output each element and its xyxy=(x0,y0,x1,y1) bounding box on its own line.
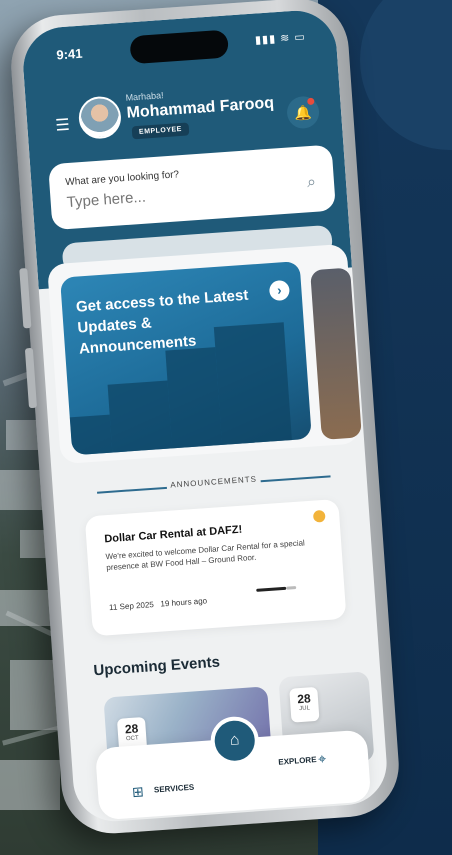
event-month: JUL xyxy=(299,705,311,713)
search-label: What are you looking for? xyxy=(65,169,180,189)
pager-inactive xyxy=(286,586,297,590)
chevron-right-icon[interactable]: › xyxy=(268,279,291,302)
announcement-card[interactable]: Dollar Car Rental at DAFZ! We're excited… xyxy=(84,498,347,637)
search-icon[interactable]: ⌕ xyxy=(306,174,316,193)
events-title: Upcoming Events xyxy=(92,653,221,680)
unread-dot xyxy=(312,509,326,523)
event-date-badge: 28 JUL xyxy=(289,686,320,723)
pager-active xyxy=(256,586,287,592)
updates-banner[interactable]: Get access to the Latest Updates & Annou… xyxy=(60,261,312,456)
announcement-ago: 19 hours ago xyxy=(160,596,208,609)
announcements-label: ANNOUNCEMENTS xyxy=(170,474,258,490)
app-screen: 9:41 ▮▮▮ ≋ ▭ ☰ Marhaba! Mohammad Farooq … xyxy=(20,8,390,824)
menu-icon[interactable]: ☰ xyxy=(55,115,71,136)
status-time: 9:41 xyxy=(55,45,83,63)
announcements-divider: ANNOUNCEMENTS xyxy=(97,469,331,497)
map-pin-icon[interactable]: ⌖ xyxy=(318,750,327,768)
phone-mockup: 9:41 ▮▮▮ ≋ ▭ ☰ Marhaba! Mohammad Farooq … xyxy=(7,0,403,837)
announcement-date-value: 11 Sep 2025 xyxy=(108,600,155,613)
announcement-date: 11 Sep 2025 19 hours ago xyxy=(109,596,208,612)
grid-icon[interactable]: ⊞ xyxy=(131,783,144,801)
announcement-title: Dollar Car Rental at DAFZ! xyxy=(103,523,243,546)
banner-title: Get access to the Latest Updates & Annou… xyxy=(75,286,249,358)
event-month: OCT xyxy=(125,735,139,743)
